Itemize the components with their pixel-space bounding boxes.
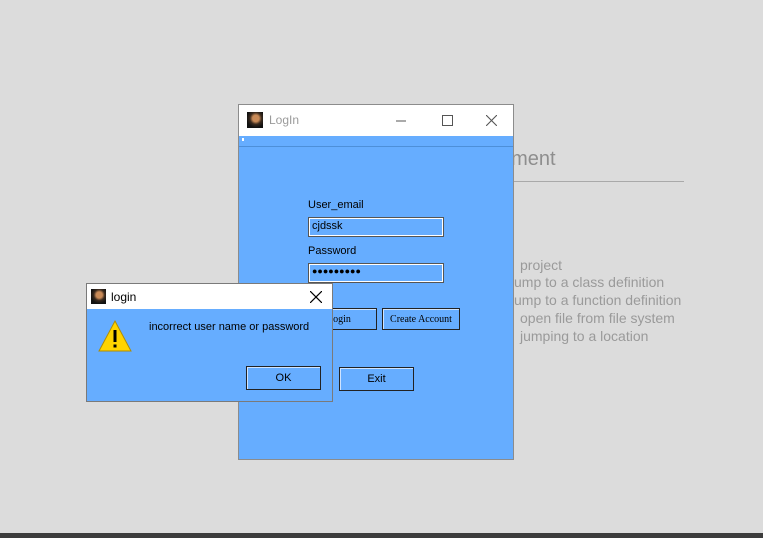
warning-icon: [98, 319, 132, 352]
error-dialog: login incorrect user name or password OK: [86, 283, 333, 402]
error-dialog-titlebar[interactable]: login: [87, 284, 332, 309]
background-line: jumping to a location: [520, 328, 649, 344]
background-divider: [500, 181, 684, 182]
menu-marker: [242, 138, 244, 141]
password-field[interactable]: ●●●●●●●●●: [308, 263, 444, 283]
close-button[interactable]: [468, 105, 514, 136]
background-line: project: [520, 257, 563, 273]
background-line: open file from file system: [520, 310, 675, 326]
maximize-button[interactable]: [424, 105, 470, 136]
login-window: LogIn User_email cjdssk Password ●●●●●●●…: [238, 104, 514, 460]
email-label: User_email: [308, 199, 364, 211]
error-dialog-title: login: [111, 290, 137, 304]
taskbar-strip: [0, 533, 763, 538]
close-icon: [485, 115, 497, 126]
exit-button[interactable]: Exit: [339, 367, 414, 391]
close-icon: [310, 291, 322, 303]
ok-button[interactable]: OK: [246, 366, 321, 390]
create-account-button[interactable]: Create Account: [382, 308, 460, 330]
email-field[interactable]: cjdssk: [308, 217, 444, 237]
menu-separator: [239, 146, 513, 147]
error-message: incorrect user name or password: [149, 321, 310, 333]
password-label: Password: [308, 245, 357, 257]
background-line: ump to a class definition: [514, 274, 665, 290]
login-window-titlebar[interactable]: LogIn: [239, 105, 513, 136]
minimize-icon: [396, 120, 406, 121]
app-icon: [247, 112, 263, 128]
dialog-close-button[interactable]: [307, 288, 325, 306]
minimize-button[interactable]: [378, 105, 424, 136]
background-line: ump to a function definition: [514, 292, 682, 308]
maximize-icon: [441, 115, 453, 126]
login-window-title: LogIn: [269, 113, 300, 127]
app-icon: [91, 289, 106, 304]
